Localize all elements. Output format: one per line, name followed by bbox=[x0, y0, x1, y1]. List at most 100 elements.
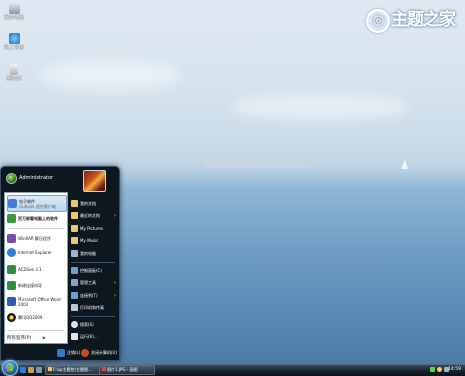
chevron-right-icon: › bbox=[114, 212, 116, 219]
island bbox=[205, 159, 270, 167]
clock[interactable]: 14:59 bbox=[448, 365, 461, 374]
item-label: 管理工具 bbox=[80, 279, 96, 285]
start-item-word[interactable]: Microsoft Office Word 2003 bbox=[7, 295, 65, 308]
places-item-connect-to[interactable]: 连接到(T) › bbox=[71, 290, 117, 301]
task-label: 图片1.JPG - 画图 bbox=[107, 367, 138, 372]
desktop-icon-label: 网上邻居 bbox=[3, 45, 24, 51]
folder-icon bbox=[48, 367, 52, 371]
power-icon bbox=[81, 348, 89, 357]
user-name: Administrator bbox=[19, 175, 54, 181]
internet-explorer-icon bbox=[7, 248, 16, 257]
item-label: 运行(R)... bbox=[80, 333, 98, 339]
quicklaunch-desktop-icon[interactable] bbox=[36, 367, 42, 373]
chevron-right-icon: › bbox=[114, 292, 116, 299]
places-item-my-documents[interactable]: 我的文档 bbox=[71, 198, 117, 209]
shutdown-button[interactable]: 关闭计算机(U) bbox=[81, 348, 117, 357]
item-title: Microsoft Office Word 2003 bbox=[18, 296, 61, 307]
system-tray: 14:59 bbox=[408, 365, 465, 374]
item-title: Internet Explorer bbox=[18, 250, 52, 255]
windows-logo-icon bbox=[7, 365, 13, 371]
desktop-icon-network[interactable]: 网上邻居 bbox=[2, 33, 26, 51]
shutdown-label: 关闭计算机(U) bbox=[91, 349, 118, 355]
sailboat bbox=[401, 159, 408, 169]
quicklaunch-explorer-icon[interactable] bbox=[28, 367, 34, 373]
folder-icon bbox=[71, 225, 78, 232]
connection-wizard-icon bbox=[7, 281, 16, 290]
places-item-recent-documents[interactable]: 最近的文档 › bbox=[71, 210, 117, 221]
item-label: 我的电脑 bbox=[80, 250, 96, 256]
folder-icon bbox=[71, 200, 78, 207]
acdsee-icon bbox=[7, 265, 16, 274]
arrow-right-icon: ▶ bbox=[42, 336, 47, 341]
places-item-my-computer[interactable]: 我的电脑 bbox=[71, 248, 117, 259]
places-item-my-music[interactable]: My Music bbox=[71, 235, 117, 246]
desktop-icon-recycle-bin[interactable]: 回收站 bbox=[2, 64, 26, 82]
start-item-new-connection-wizard[interactable]: 新建连接向导 bbox=[7, 279, 65, 292]
start-menu-places-pane: 我的文档 最近的文档 › My Pictures My Music 我的电脑 控制… bbox=[69, 192, 117, 342]
item-title: WinRAR 解压程序 bbox=[18, 236, 51, 241]
item-title: ACDSee 3.1 bbox=[18, 267, 42, 272]
taskbar-button-paint[interactable]: 图片1.JPG - 画图 bbox=[99, 365, 155, 375]
item-label: 控制面板(C) bbox=[80, 267, 102, 273]
item-label: 最近的文档 bbox=[80, 212, 100, 218]
start-button[interactable] bbox=[2, 360, 18, 376]
item-label: 我的文档 bbox=[80, 200, 96, 206]
network-icon bbox=[71, 292, 78, 299]
logoff-icon bbox=[57, 348, 65, 357]
places-item-admin-tools[interactable]: 管理工具 › bbox=[71, 277, 117, 288]
item-title: 电子邮件 bbox=[19, 198, 35, 204]
taskbar-button-explorer[interactable]: F:\xp主题包\主题图... bbox=[45, 365, 101, 375]
desktop-icon-label: 我的电脑 bbox=[3, 15, 24, 21]
cloud bbox=[40, 60, 180, 90]
start-item-email[interactable]: 电子邮件 Outlook 速件客户端 bbox=[7, 195, 67, 212]
all-programs-button[interactable]: 所有程序(P) ▶ bbox=[7, 335, 46, 341]
theme-logo: ◎ 主题之家 bbox=[366, 4, 462, 36]
item-label: My Music bbox=[80, 238, 99, 243]
places-item-my-pictures[interactable]: My Pictures bbox=[71, 223, 117, 234]
item-title: 百万卸载电脑上的软件 bbox=[18, 216, 58, 221]
qq-penguin-icon bbox=[7, 313, 16, 322]
item-label: 连接到(T) bbox=[80, 292, 98, 298]
all-programs-label: 所有程序(P) bbox=[7, 336, 32, 341]
winrar-icon bbox=[7, 234, 16, 243]
quicklaunch-ie-icon[interactable] bbox=[20, 367, 26, 373]
start-menu-programs-pane: 电子邮件 Outlook 速件客户端 百万卸载电脑上的软件 WinRAR 解压程序… bbox=[4, 192, 68, 344]
item-title: 腾讯QQ2009 bbox=[18, 315, 43, 320]
start-item-acdsee[interactable]: ACDSee 3.1 bbox=[7, 263, 65, 276]
item-label: My Pictures bbox=[80, 226, 103, 231]
places-item-control-panel[interactable]: 控制面板(C) bbox=[71, 265, 117, 276]
printer-icon bbox=[71, 304, 78, 311]
start-menu: Administrator 电子邮件 Outlook 速件客户端 百万卸载电脑上的… bbox=[0, 166, 120, 361]
computer-icon bbox=[8, 3, 20, 14]
tray-network-icon[interactable] bbox=[430, 367, 435, 372]
start-item-internet-explorer[interactable]: Internet Explorer bbox=[7, 246, 65, 259]
paint-icon bbox=[102, 367, 106, 371]
item-label: 搜索(S) bbox=[80, 321, 94, 327]
cloud bbox=[230, 95, 410, 120]
start-item-winrar[interactable]: WinRAR 解压程序 bbox=[7, 232, 65, 245]
user-orb-icon bbox=[6, 173, 17, 184]
divider bbox=[8, 330, 64, 331]
desktop-icon-my-computer[interactable]: 我的电脑 bbox=[2, 3, 26, 21]
places-item-search[interactable]: 搜索(S) bbox=[71, 319, 117, 330]
item-title: 新建连接向导 bbox=[18, 283, 42, 288]
start-item-uninstall[interactable]: 百万卸载电脑上的软件 bbox=[7, 212, 65, 225]
email-icon bbox=[8, 199, 17, 208]
start-item-qq[interactable]: 腾讯QQ2009 bbox=[7, 311, 65, 324]
uninstall-icon bbox=[7, 214, 16, 223]
tray-qq-icon[interactable] bbox=[437, 367, 442, 372]
network-icon bbox=[8, 33, 20, 44]
folder-icon bbox=[71, 212, 78, 219]
user-picture[interactable] bbox=[83, 170, 106, 192]
divider bbox=[71, 316, 115, 317]
folder-icon bbox=[71, 237, 78, 244]
task-label: F:\xp主题包\主题图... bbox=[53, 367, 92, 372]
chevron-right-icon: › bbox=[114, 279, 116, 286]
places-item-printers[interactable]: 打印机和传真 bbox=[71, 302, 117, 313]
search-icon bbox=[71, 321, 78, 328]
divider bbox=[71, 262, 115, 263]
control-panel-icon bbox=[71, 267, 78, 274]
places-item-run[interactable]: 运行(R)... bbox=[71, 331, 117, 342]
computer-icon bbox=[71, 250, 78, 257]
logoff-button[interactable]: 注销(L) bbox=[57, 348, 80, 357]
